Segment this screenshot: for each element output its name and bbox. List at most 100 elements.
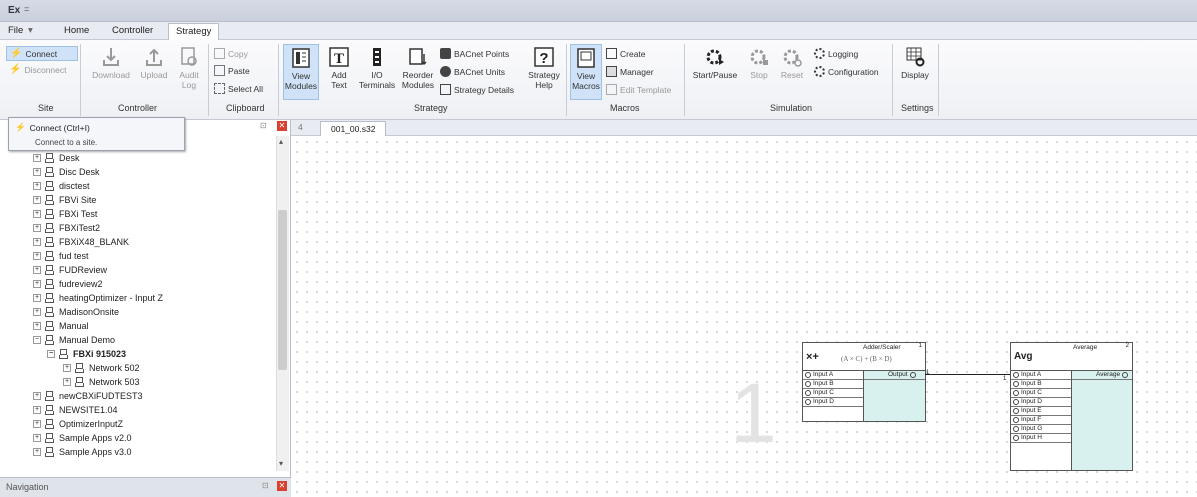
expand-icon[interactable]: +	[33, 266, 41, 274]
start-pause-button[interactable]: Start/Pause	[690, 46, 740, 80]
tree-item[interactable]: + disctest	[33, 181, 90, 191]
collapse-icon[interactable]: −	[47, 350, 55, 358]
input-h-pin[interactable]: Input H	[1013, 434, 1042, 441]
tab-file[interactable]: File	[8, 25, 23, 36]
expand-icon[interactable]: +	[63, 364, 71, 372]
macro-manager-button[interactable]: Manager	[606, 66, 654, 77]
tree-item-controller[interactable]: − FBXi 915023	[47, 349, 126, 359]
tree-item[interactable]: + fudreview2	[33, 279, 103, 289]
tree-item[interactable]: + Desk	[33, 153, 80, 163]
create-macro-button[interactable]: Create	[606, 48, 646, 59]
tree-item[interactable]: + FBXi Test	[33, 209, 97, 219]
tree-item[interactable]: + heatingOptimizer - Input Z	[33, 293, 163, 303]
expand-icon[interactable]: +	[33, 210, 41, 218]
expand-icon[interactable]: +	[33, 280, 41, 288]
tree-item[interactable]: + Sample Apps v2.0	[33, 433, 132, 443]
tree-item[interactable]: + FBXiX48_BLANK	[33, 237, 129, 247]
input-a-pin[interactable]: Input A	[1013, 371, 1041, 378]
input-a-pin[interactable]: Input A	[805, 371, 833, 378]
nav-pin-icon[interactable]: ⊡	[262, 481, 269, 490]
expand-icon[interactable]: +	[33, 196, 41, 204]
input-f-pin[interactable]: Input F	[1013, 416, 1041, 423]
expand-icon[interactable]: +	[33, 252, 41, 260]
input-c-pin[interactable]: Input C	[805, 389, 834, 396]
expand-icon[interactable]: +	[33, 322, 41, 330]
tree-item[interactable]: + newCBXiFUDTEST3	[33, 391, 143, 401]
input-d-pin[interactable]: Input D	[805, 398, 834, 405]
file-dropdown-icon[interactable]: ▾	[28, 25, 33, 36]
tree-item[interactable]: + FBXiTest2	[33, 223, 100, 233]
view-modules-button[interactable]: View Modules	[283, 44, 319, 100]
tree-item[interactable]: + fud test	[33, 251, 89, 261]
tree-item[interactable]: + Manual	[33, 321, 89, 331]
download-button[interactable]: Download	[88, 46, 134, 80]
copy-button[interactable]: Copy	[214, 48, 248, 59]
paste-button[interactable]: Paste	[214, 65, 250, 76]
scroll-down-icon[interactable]: ▾	[279, 459, 283, 468]
logging-button[interactable]: Logging	[814, 48, 858, 59]
tree-item[interactable]: + MadisonOnsite	[33, 307, 119, 317]
tree-item[interactable]: − Manual Demo	[33, 335, 115, 345]
nav-close-button[interactable]: ✕	[277, 481, 287, 491]
tree-item[interactable]: + OptimizerInputZ	[33, 419, 123, 429]
expand-icon[interactable]: +	[33, 224, 41, 232]
bacnet-units-button[interactable]: BACnet Units	[440, 66, 505, 77]
adder-scaler-module[interactable]: ×+ Adder/Scaler (A × C) + (B × D) 1 Inpu…	[802, 342, 926, 422]
expand-icon[interactable]: +	[33, 294, 41, 302]
connection-wire[interactable]	[925, 374, 1015, 375]
audit-log-button[interactable]: Audit Log	[174, 46, 204, 90]
strategy-details-button[interactable]: Strategy Details	[440, 84, 514, 95]
reset-button[interactable]: Reset	[778, 46, 806, 80]
display-button[interactable]: Display	[897, 46, 933, 80]
select-all-button[interactable]: Select All	[214, 83, 263, 94]
input-b-pin[interactable]: Input B	[1013, 380, 1042, 387]
input-b-pin[interactable]: Input B	[805, 380, 834, 387]
document-tab[interactable]: 001_00.s32	[320, 121, 387, 136]
tab-strategy[interactable]: Strategy	[168, 23, 220, 41]
disconnect-button[interactable]: ⚡ Disconnect	[9, 64, 67, 75]
io-terminals-button[interactable]: I/O Terminals	[356, 46, 398, 90]
panel-close-button[interactable]: ✕	[277, 121, 287, 131]
tab-controller[interactable]: Controller	[112, 25, 153, 36]
connect-button[interactable]: ⚡ Connect	[6, 46, 78, 61]
expand-icon[interactable]: +	[33, 420, 41, 428]
expand-icon[interactable]: +	[33, 308, 41, 316]
configuration-button[interactable]: Configuration	[814, 66, 879, 77]
upload-button[interactable]: Upload	[136, 46, 172, 80]
navigation-panel-header[interactable]: Navigation	[0, 477, 291, 497]
scrollbar-thumb[interactable]	[278, 210, 287, 370]
expand-icon[interactable]: +	[63, 378, 71, 386]
tab-home[interactable]: Home	[64, 25, 89, 36]
input-d-pin[interactable]: Input D	[1013, 398, 1042, 405]
expand-icon[interactable]: +	[33, 182, 41, 190]
tree-item[interactable]: + FUDReview	[33, 265, 107, 275]
tree-item[interactable]: + Sample Apps v3.0	[33, 447, 132, 457]
tree-item-network[interactable]: + Network 502	[63, 363, 140, 373]
input-e-pin[interactable]: Input E	[1013, 407, 1042, 414]
expand-icon[interactable]: +	[33, 434, 41, 442]
stop-button[interactable]: Stop	[746, 46, 772, 80]
collapse-icon[interactable]: −	[33, 336, 41, 344]
bacnet-points-button[interactable]: BACnet Points	[440, 48, 509, 59]
app-icon[interactable]: Ex	[8, 5, 20, 16]
average-output-pin[interactable]: Average	[1096, 371, 1129, 378]
reorder-modules-button[interactable]: Reorder Modules	[398, 46, 438, 90]
expand-icon[interactable]: +	[33, 168, 41, 176]
tree-item[interactable]: + FBVi Site	[33, 195, 96, 205]
average-module[interactable]: Avg Average 2 Input A Input B Input C In…	[1010, 342, 1133, 471]
panel-pin-icon[interactable]: ⊡	[260, 121, 267, 130]
add-text-button[interactable]: T Add Text	[322, 46, 356, 90]
input-g-pin[interactable]: Input G	[1013, 425, 1042, 432]
expand-icon[interactable]: +	[33, 238, 41, 246]
edit-template-button[interactable]: Edit Template	[606, 84, 671, 95]
tree-item-network[interactable]: + Network 503	[63, 377, 140, 387]
tree-item[interactable]: + Disc Desk	[33, 167, 100, 177]
quick-access-toolbar[interactable]: =	[24, 4, 29, 14]
expand-icon[interactable]: +	[33, 406, 41, 414]
output-pin[interactable]: Output	[888, 371, 916, 378]
scroll-up-icon[interactable]: ▴	[279, 137, 283, 146]
expand-icon[interactable]: +	[33, 448, 41, 456]
input-c-pin[interactable]: Input C	[1013, 389, 1042, 396]
tab-scroll-left-icon[interactable]: 4	[298, 122, 303, 132]
view-macros-button[interactable]: View Macros	[570, 44, 602, 100]
